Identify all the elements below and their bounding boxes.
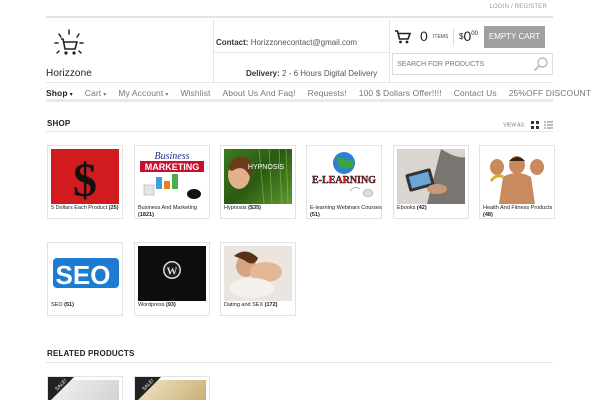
dollar-logo-icon: $ <box>51 149 119 204</box>
category-label: Dating and SEX (172) <box>224 302 278 308</box>
ebook-reader-icon <box>397 149 465 204</box>
register-link[interactable]: REGISTER <box>515 4 547 10</box>
list-view-icon[interactable] <box>544 121 553 129</box>
nav-item-wishlist[interactable]: Wishlist <box>180 84 216 99</box>
mini-cart[interactable]: 0 ITEMS $000 EMPTY CART <box>392 26 553 48</box>
chevron-down-icon: ▾ <box>103 92 107 98</box>
category-card-seo[interactable]: SEO SEO (51) <box>47 242 123 316</box>
marketing-graphic-icon: Business MARKETING <box>140 151 204 199</box>
category-image <box>224 246 292 301</box>
site-header: Horizzone Contact: Horizzonecontact@gmai… <box>46 20 553 83</box>
page-title: SHOP <box>47 119 71 128</box>
related-product-card[interactable]: SALE! <box>134 376 210 400</box>
cart-cents: 00 <box>471 31 478 37</box>
chevron-down-icon: ▾ <box>69 92 73 98</box>
login-link[interactable]: LOGIN <box>489 4 509 10</box>
category-image: $ <box>51 149 119 204</box>
category-image: Business MARKETING <box>138 149 206 204</box>
account-links: LOGIN / REGISTER <box>489 4 547 10</box>
seo-graphic-icon: SEO <box>53 258 119 290</box>
sale-badge: SALE! <box>48 377 74 400</box>
top-divider <box>46 16 553 18</box>
category-label: 5 Dollars Each Product (25) <box>51 205 119 211</box>
dating-image-icon <box>224 246 292 301</box>
nav-item-about[interactable]: About Us And Faq! <box>223 84 302 99</box>
nav-item-cart[interactable]: Cart ▾ <box>85 84 113 99</box>
svg-text:W: W <box>167 266 178 278</box>
search-icon[interactable] <box>533 56 549 72</box>
category-label: Ebooks (42) <box>397 205 427 211</box>
svg-text:$: $ <box>73 154 97 204</box>
svg-text:HYPNOSIS: HYPNOSIS <box>248 164 285 171</box>
fitness-image-icon <box>489 156 544 204</box>
cart-total: $000 <box>459 28 478 44</box>
related-product-card[interactable]: SALE! <box>47 376 123 400</box>
category-image <box>397 149 465 204</box>
category-label: Wordpress (93) <box>138 302 176 308</box>
main-nav: Shop ▾ Cart ▾ My Account ▾ Wishlist About U… <box>46 84 591 102</box>
search-input[interactable] <box>393 54 528 74</box>
category-label: Hypnosis ($35) <box>224 205 261 211</box>
cart-divider <box>453 28 454 46</box>
category-card-business-marketing[interactable]: Business MARKETING Business And Marketin… <box>134 145 210 219</box>
nav-item-requests[interactable]: Requests! <box>308 84 353 99</box>
delivery-label: Delivery: <box>246 69 280 78</box>
wordpress-logo-icon: W <box>138 246 206 301</box>
hypnosis-image-icon: HYPNOSIS <box>228 149 289 204</box>
view-toggle: VIEW AS: <box>503 121 553 129</box>
empty-cart-button[interactable]: EMPTY CART <box>484 26 545 48</box>
contact-label: Contact: <box>216 38 249 47</box>
svg-text:MARKETING: MARKETING <box>145 162 200 172</box>
category-image: E-LEARNING <box>310 149 378 204</box>
nav-item-offer[interactable]: 100 $ Dollars Offer!!!! <box>359 84 448 99</box>
svg-text:Business: Business <box>155 151 190 162</box>
category-label: SEO (51) <box>51 302 74 308</box>
category-card-wordpress[interactable]: W Wordpress (93) <box>134 242 210 316</box>
category-image: W <box>138 246 206 301</box>
nav-item-contact[interactable]: Contact Us <box>454 84 503 99</box>
category-image <box>483 149 551 204</box>
cart-item-count: 0 <box>420 28 428 44</box>
svg-text:SEO: SEO <box>56 260 111 290</box>
category-label: Business And Marketing (1821) <box>138 205 198 218</box>
delivery-value: 2 - 6 Hours Digital Delivery <box>282 69 378 78</box>
category-card-5-dollars[interactable]: $ 5 Dollars Each Product (25) <box>47 145 123 219</box>
chevron-down-icon: ▾ <box>165 92 169 98</box>
nav-item-shop[interactable]: Shop ▾ <box>46 84 79 99</box>
category-image: HYPNOSIS <box>224 149 292 204</box>
cart-icon <box>395 30 412 44</box>
section-divider <box>46 362 553 363</box>
logo[interactable]: Horizzone <box>46 28 98 79</box>
category-card-hypnosis[interactable]: HYPNOSIS Hypnosis ($35) <box>220 145 296 219</box>
category-card-elearning[interactable]: E-LEARNING E-learning Webinars Courses (… <box>306 145 382 219</box>
contact-email[interactable]: Horizzonecontact@gmail.com <box>251 38 357 47</box>
elearning-graphic-icon: E-LEARNING <box>312 152 376 197</box>
search-box <box>392 53 553 75</box>
section-divider <box>46 131 553 132</box>
category-card-dating[interactable]: Dating and SEX (172) <box>220 242 296 316</box>
grid-view-icon[interactable] <box>530 121 539 129</box>
sale-badge: SALE! <box>135 377 161 400</box>
cart-items-label: ITEMS <box>433 34 449 40</box>
category-label: Health And Fitness Products (48) <box>483 205 553 218</box>
header-divider <box>389 20 390 83</box>
category-label: E-learning Webinars Courses (51) <box>310 205 382 218</box>
delivery-info: Delivery: 2 - 6 Hours Digital Delivery <box>246 69 377 78</box>
nav-item-my-account[interactable]: My Account ▾ <box>118 84 174 99</box>
svg-text:E-LEARNING: E-LEARNING <box>312 175 376 186</box>
cart-logo-icon <box>54 29 84 55</box>
logo-text: Horizzone <box>46 68 92 79</box>
contact-info: Contact: Horizzonecontact@gmail.com <box>216 38 357 47</box>
category-image: SEO <box>51 246 119 301</box>
nav-item-discount[interactable]: 25%OFF DISCOUNT <box>509 84 591 99</box>
header-divider <box>213 52 389 53</box>
related-products-title: RELATED PRODUCTS <box>47 349 135 358</box>
category-card-ebooks[interactable]: Ebooks (42) <box>393 145 469 219</box>
category-card-health-fitness[interactable]: Health And Fitness Products (48) <box>479 145 555 219</box>
